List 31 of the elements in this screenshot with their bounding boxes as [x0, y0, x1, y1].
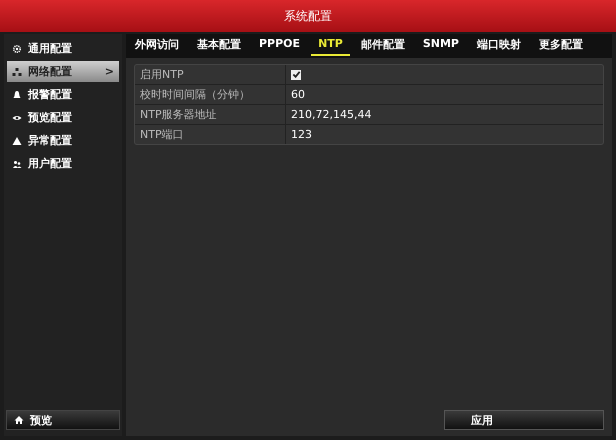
setting-label: NTP服务器地址: [135, 105, 286, 124]
users-icon: [12, 158, 22, 168]
sidebar-item[interactable]: 通用配置: [4, 38, 122, 59]
setting-value[interactable]: 60: [291, 88, 305, 101]
setting-value[interactable]: 123: [291, 128, 312, 141]
setting-label: NTP端口: [135, 125, 286, 144]
tab[interactable]: 外网访问: [128, 37, 186, 56]
tab[interactable]: NTP: [311, 37, 350, 56]
sidebar-item[interactable]: 报警配置: [4, 84, 122, 105]
window-title: 系统配置: [0, 0, 616, 32]
sidebar-item[interactable]: 用户配置: [4, 153, 122, 174]
apply-button[interactable]: 应用: [444, 410, 604, 430]
tab[interactable]: SNMP: [416, 37, 466, 56]
bell-icon: [12, 90, 22, 100]
tab[interactable]: 更多配置: [532, 37, 590, 56]
warning-icon: [12, 136, 22, 146]
tab[interactable]: PPPOE: [252, 37, 308, 56]
tab[interactable]: 基本配置: [190, 37, 248, 56]
setting-label: 启用NTP: [135, 65, 286, 84]
checkbox[interactable]: [291, 70, 301, 80]
tab[interactable]: 端口映射: [470, 37, 528, 56]
sidebar-item[interactable]: 预览配置: [4, 107, 122, 128]
sidebar-item[interactable]: 网络配置 >: [7, 61, 119, 82]
tab[interactable]: 邮件配置: [354, 37, 412, 56]
setting-label: 校时时间间隔（分钟）: [135, 85, 286, 104]
sidebar-item[interactable]: 异常配置: [4, 130, 122, 151]
home-icon: [14, 415, 24, 425]
gear-icon: [12, 44, 22, 54]
setting-value[interactable]: 210,72,145,44: [291, 108, 372, 121]
network-icon: [12, 66, 22, 76]
preview-button[interactable]: 预览: [6, 410, 120, 430]
